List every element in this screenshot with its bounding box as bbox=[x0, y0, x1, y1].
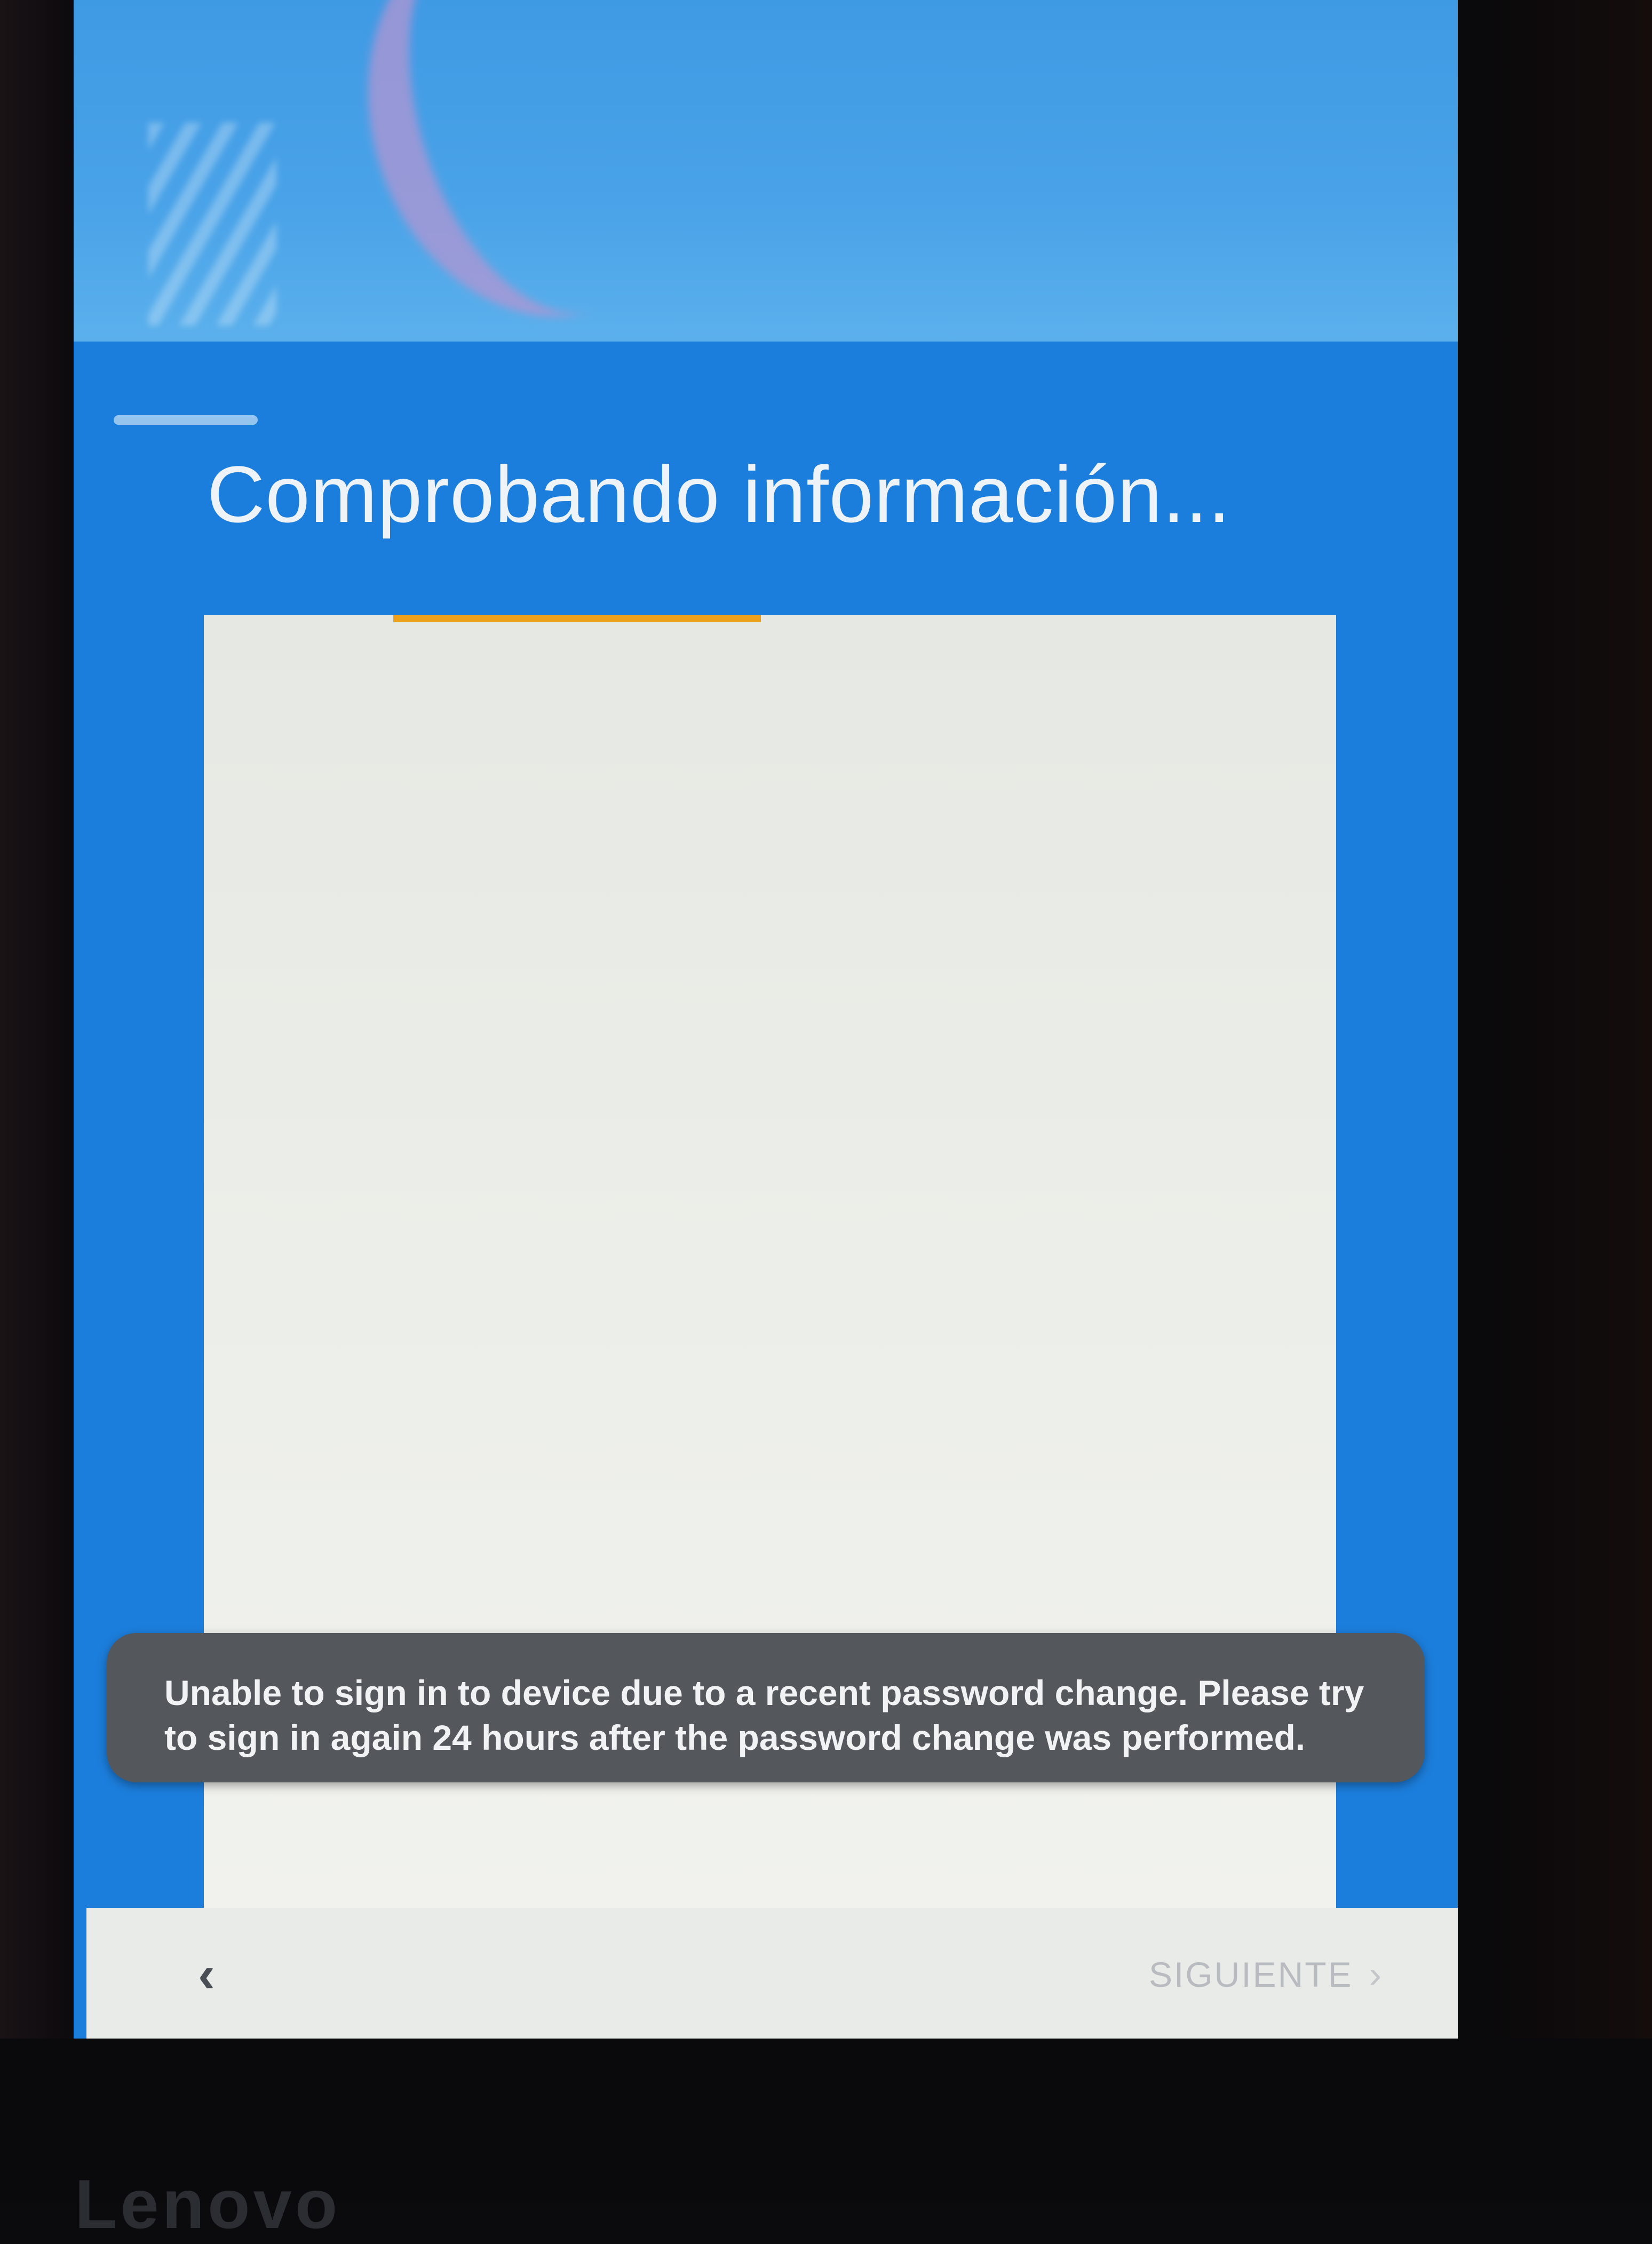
device-brand-logo: Lenovo bbox=[75, 2165, 341, 2243]
wallpaper-stripes bbox=[148, 123, 276, 326]
tablet-screen: Comprobando información... Unable to sig… bbox=[74, 0, 1458, 2039]
wallpaper-swirl bbox=[317, 0, 753, 342]
chevron-left-icon: ‹ bbox=[198, 1946, 215, 2003]
header-accent-line bbox=[114, 415, 258, 425]
device-frame: Comprobando información... Unable to sig… bbox=[0, 0, 1652, 2243]
progress-bar-fill bbox=[393, 615, 761, 622]
chevron-right-icon: › bbox=[1369, 1954, 1383, 1995]
back-button[interactable]: ‹ bbox=[172, 1940, 241, 2009]
navigation-bar: ‹ SIGUIENTE › bbox=[86, 1908, 1458, 2039]
error-toast: Unable to sign in to device due to a rec… bbox=[107, 1633, 1425, 1782]
error-toast-message: Unable to sign in to device due to a rec… bbox=[164, 1673, 1364, 1757]
next-button[interactable]: SIGUIENTE › bbox=[1149, 1945, 1383, 2004]
next-button-label: SIGUIENTE bbox=[1148, 1955, 1353, 1994]
progress-bar bbox=[204, 615, 1336, 622]
page-title: Comprobando información... bbox=[207, 449, 1231, 539]
header-wallpaper bbox=[74, 0, 1458, 342]
